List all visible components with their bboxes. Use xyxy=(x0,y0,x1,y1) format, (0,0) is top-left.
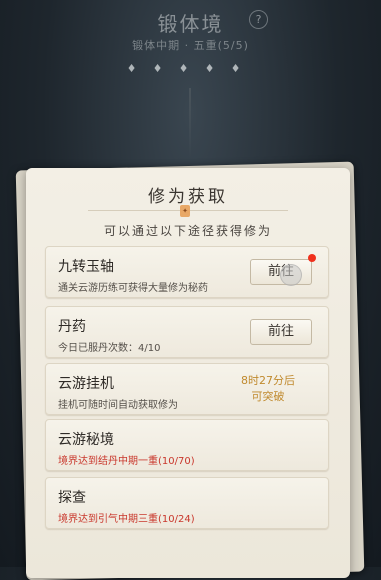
source-name: 丹药 xyxy=(58,319,86,335)
stage-progress-drops: ♦ ♦ ♦ ♦ ♦ xyxy=(126,62,241,75)
breakthrough-timer: 8时27分后 可突破 xyxy=(228,373,308,405)
source-requirement: 境界达到引气中期三重(10/24) xyxy=(58,514,195,525)
source-card-yunyou-mijing: 云游秘境 境界达到结丹中期一重(10/70) xyxy=(45,419,329,471)
source-desc: 通关云游历练可获得大量修为秘药 xyxy=(58,283,208,294)
drop-icon: ♦ xyxy=(230,62,241,75)
source-desc: 今日已服丹次数：4/10 xyxy=(58,343,161,354)
source-card-tancha: 探查 境界达到引气中期三重(10/24) xyxy=(45,477,329,529)
tap-indicator xyxy=(280,264,302,286)
panel-title: 修为获取 xyxy=(148,187,228,207)
help-icon[interactable]: ? xyxy=(249,10,268,29)
source-name: 云游挂机 xyxy=(58,376,114,392)
ornament-icon: ✦ xyxy=(180,205,190,217)
panel-subtitle: 可以通过以下途径获得修为 xyxy=(103,224,272,238)
source-desc: 挂机可随时间自动获取修为 xyxy=(58,400,178,411)
notification-dot xyxy=(308,254,316,262)
background-realm-stage: 锻体中期 · 五重(5/5) xyxy=(132,39,249,52)
go-button[interactable]: 前往 xyxy=(250,319,312,345)
timer-status: 可突破 xyxy=(251,390,285,403)
source-card-jiuzhuan-yuzhou: 九转玉轴 通关云游历练可获得大量修为秘药 前往 xyxy=(45,246,329,298)
drop-icon: ♦ xyxy=(204,62,215,75)
drop-icon: ♦ xyxy=(152,62,163,75)
drop-icon: ♦ xyxy=(126,62,137,75)
source-name: 九转玉轴 xyxy=(58,259,114,275)
energy-trail xyxy=(189,88,191,158)
background-realm-title: 锻体境 xyxy=(157,12,224,36)
source-name: 探查 xyxy=(58,490,86,506)
timer-countdown: 8时27分后 xyxy=(241,374,295,387)
drop-icon: ♦ xyxy=(178,62,189,75)
source-requirement: 境界达到结丹中期一重(10/70) xyxy=(58,456,195,467)
source-name: 云游秘境 xyxy=(58,432,114,448)
source-card-danyao: 丹药 今日已服丹次数：4/10 前往 xyxy=(45,306,329,358)
cultivation-source-panel: 修为获取 ✦ 可以通过以下途径获得修为 九转玉轴 通关云游历练可获得大量修为秘药… xyxy=(26,168,350,578)
source-card-yunyou-guaji: 云游挂机 挂机可随时间自动获取修为 8时27分后 可突破 xyxy=(45,363,329,415)
